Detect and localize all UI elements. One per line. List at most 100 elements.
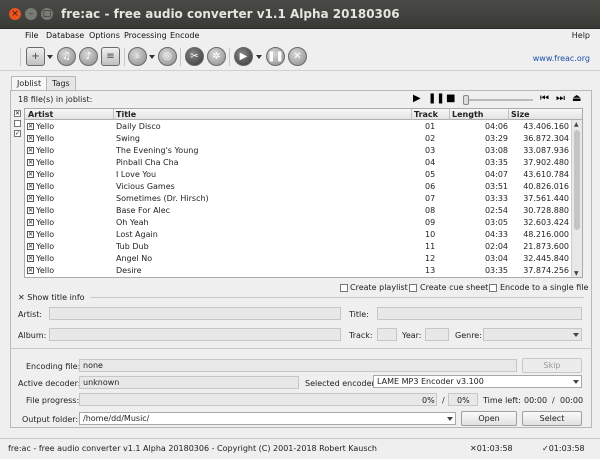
encoder-dropdown-icon[interactable] xyxy=(573,380,579,384)
title-field[interactable] xyxy=(377,307,582,320)
skip-button[interactable]: Skip xyxy=(522,358,582,373)
pause-encoding-icon[interactable]: ❚❚ xyxy=(266,47,285,66)
table-row[interactable]: ✕ Yello Desire 13 03:35 37.874.256 xyxy=(25,265,572,277)
table-row[interactable]: ✕ Yello Base For Alec 08 02:54 30.728.880 xyxy=(25,205,572,217)
column-header-title[interactable]: Title xyxy=(116,110,136,119)
row-checkbox[interactable]: ✕ xyxy=(27,243,34,250)
slider-handle[interactable] xyxy=(463,95,469,105)
select-all-icon[interactable]: ✕ xyxy=(14,110,21,117)
cell-track: 12 xyxy=(425,254,436,263)
row-checkbox[interactable]: ✕ xyxy=(27,171,34,178)
maximize-window-icon[interactable]: □ xyxy=(41,8,53,20)
minimize-window-icon[interactable]: – xyxy=(25,8,37,20)
table-row[interactable]: ✕ Yello Lost Again 10 04:33 48.216.000 xyxy=(25,229,572,241)
output-folder-dropdown-icon[interactable] xyxy=(447,417,453,421)
start-encoding-icon[interactable]: ▶ xyxy=(234,47,253,66)
scrollbar-thumb[interactable] xyxy=(574,130,580,230)
menu-database[interactable]: Database xyxy=(46,31,84,40)
table-row[interactable]: ✕ Yello Pinball Cha Cha 04 03:35 37.902.480 xyxy=(25,157,572,169)
table-row[interactable]: ✕ Yello I Love You 05 04:07 43.610.784 xyxy=(25,169,572,181)
remove-file-icon[interactable]: ♫ xyxy=(57,47,76,66)
row-checkbox[interactable]: ✕ xyxy=(27,267,34,274)
row-checkbox[interactable]: ✕ xyxy=(27,231,34,238)
tab-joblist[interactable]: Joblist xyxy=(11,76,48,90)
show-title-info-toggle[interactable]: ✕ Show title info xyxy=(18,293,85,302)
clear-joblist-icon[interactable]: ≡ xyxy=(101,47,120,66)
artist-field[interactable] xyxy=(49,307,341,320)
selected-icon: ✕ xyxy=(470,444,477,453)
query-cddb-dropdown-icon[interactable] xyxy=(149,55,155,59)
status-bar: fre:ac - free audio converter v1.1 Alpha… xyxy=(0,438,600,459)
row-checkbox[interactable]: ✕ xyxy=(27,183,34,190)
submit-cddb-icon[interactable]: ◎ xyxy=(158,47,177,66)
column-divider[interactable] xyxy=(113,109,114,120)
column-divider[interactable] xyxy=(508,109,509,120)
row-checkbox[interactable]: ✕ xyxy=(27,123,34,130)
menu-help[interactable]: Help xyxy=(572,31,590,40)
selected-encoder-select[interactable]: LAME MP3 Encoder v3.100 xyxy=(373,375,582,388)
eject-icon[interactable]: ⏏ xyxy=(572,93,581,104)
settings-gear-icon[interactable]: ✲ xyxy=(207,47,226,66)
select-folder-button[interactable]: Select xyxy=(522,411,582,426)
column-header-size[interactable]: Size xyxy=(511,110,530,119)
stop-icon[interactable]: ■ xyxy=(446,93,455,104)
column-header-artist[interactable]: Artist xyxy=(28,110,53,119)
playback-position-slider[interactable] xyxy=(463,95,533,105)
row-checkbox[interactable]: ✕ xyxy=(27,159,34,166)
add-files-icon[interactable]: + xyxy=(26,47,45,66)
start-encoding-dropdown-icon[interactable] xyxy=(256,55,262,59)
scroll-down-icon[interactable]: ▼ xyxy=(574,270,579,277)
album-field[interactable] xyxy=(49,328,341,341)
cell-title: Swing xyxy=(116,134,140,143)
table-row[interactable]: ✕ Yello The Evening's Young 03 03:08 33.087.9… xyxy=(25,145,572,157)
encode-single-file-checkbox[interactable] xyxy=(489,284,497,292)
query-cddb-icon[interactable]: ⌕ xyxy=(128,47,147,66)
table-row[interactable]: ✕ Yello Tub Dub 11 02:04 21.873.600 xyxy=(25,241,572,253)
row-checkbox[interactable]: ✕ xyxy=(27,147,34,154)
table-row[interactable]: ✕ Yello Angel No 12 03:04 32.445.840 xyxy=(25,253,572,265)
genre-dropdown-icon[interactable] xyxy=(573,333,579,337)
scroll-up-icon[interactable]: ▲ xyxy=(574,121,579,128)
menu-encode[interactable]: Encode xyxy=(170,31,199,40)
show-title-info-checkbox[interactable]: ✕ xyxy=(18,293,25,302)
menu-processing[interactable]: Processing xyxy=(124,31,167,40)
open-folder-button[interactable]: Open xyxy=(461,411,517,426)
year-field[interactable] xyxy=(425,328,449,341)
genre-select[interactable] xyxy=(483,328,582,341)
stop-encoding-icon[interactable]: ✕ xyxy=(288,47,307,66)
play-icon[interactable]: ▶ xyxy=(413,93,421,104)
pause-icon[interactable]: ❚❚ xyxy=(428,93,445,104)
track-field[interactable] xyxy=(377,328,397,341)
row-checkbox[interactable]: ✕ xyxy=(27,195,34,202)
row-checkbox[interactable]: ✕ xyxy=(27,255,34,262)
row-checkbox[interactable]: ✕ xyxy=(27,219,34,226)
table-row[interactable]: ✕ Yello Oh Yeah 09 03:05 32.603.424 xyxy=(25,217,572,229)
table-row[interactable]: ✕ Yello Swing 02 03:29 36.872.304 xyxy=(25,133,572,145)
column-divider[interactable] xyxy=(411,109,412,120)
select-none-icon[interactable] xyxy=(14,120,21,127)
row-checkbox[interactable]: ✕ xyxy=(27,135,34,142)
output-folder-select[interactable]: /home/dd/Music/ xyxy=(79,412,456,425)
column-divider[interactable] xyxy=(449,109,450,120)
create-cue-sheet-checkbox[interactable] xyxy=(409,284,417,292)
table-row[interactable]: ✕ Yello Vicious Games 06 03:51 40.826.016 xyxy=(25,181,572,193)
previous-track-icon[interactable]: ⏮ xyxy=(540,93,549,104)
add-files-dropdown-icon[interactable] xyxy=(47,55,53,59)
table-row[interactable]: ✕ Yello Daily Disco 01 04:06 43.406.160 xyxy=(25,121,572,133)
cd-info-icon[interactable]: ♪ xyxy=(79,47,98,66)
close-window-icon[interactable]: × xyxy=(9,8,21,20)
homepage-link[interactable]: www.freac.org xyxy=(533,54,590,63)
column-header-track[interactable]: Track xyxy=(414,110,438,119)
tab-tags[interactable]: Tags xyxy=(46,76,76,90)
column-header-length[interactable]: Length xyxy=(452,110,483,119)
joblist-scrollbar[interactable]: ▲ ▼ xyxy=(571,120,582,277)
create-playlist-checkbox[interactable] xyxy=(340,284,348,292)
toggle-selection-icon[interactable]: ✓ xyxy=(14,130,21,137)
file-progress-bar xyxy=(79,393,437,406)
row-checkbox[interactable]: ✕ xyxy=(27,207,34,214)
menu-file[interactable]: File xyxy=(25,31,38,40)
next-track-icon[interactable]: ⏭ xyxy=(556,93,565,104)
menu-options[interactable]: Options xyxy=(89,31,120,40)
table-row[interactable]: ✕ Yello Sometimes (Dr. Hirsch) 07 03:33 37.56… xyxy=(25,193,572,205)
tools-icon[interactable]: ✂ xyxy=(185,47,204,66)
